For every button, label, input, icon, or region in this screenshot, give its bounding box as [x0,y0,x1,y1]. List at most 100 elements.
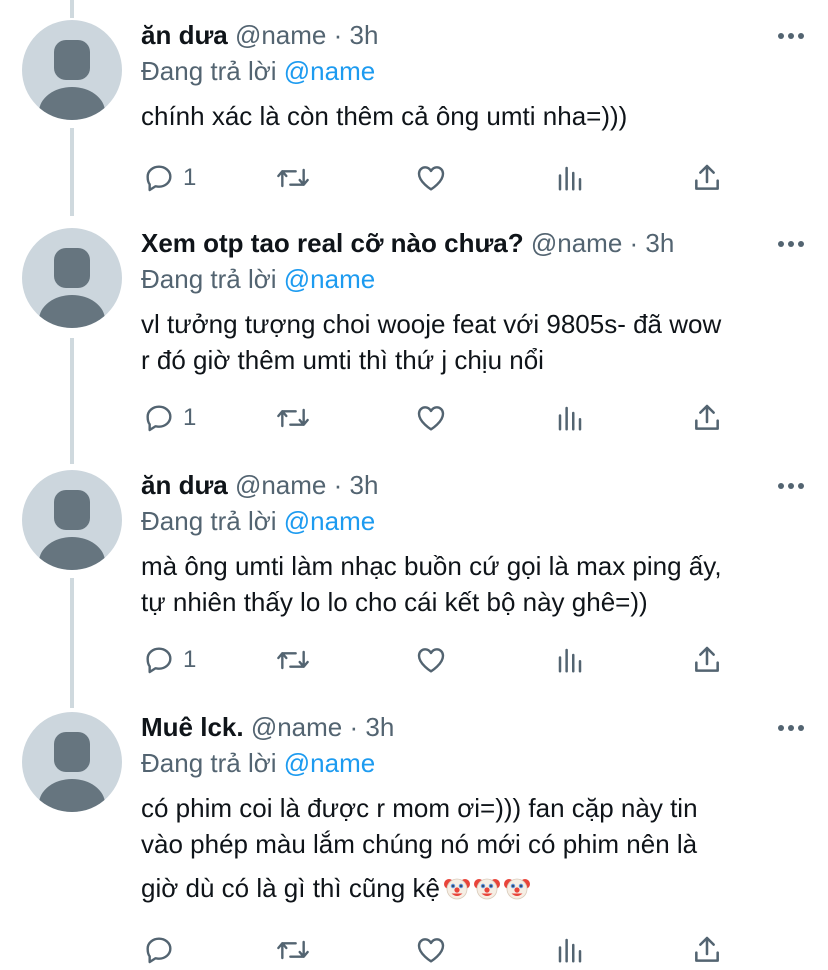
tweet-meta: @name · 3h [227,470,379,500]
replying-to: Đang trả lời @name [141,264,804,294]
like-button[interactable] [415,158,447,198]
clown-face-emoji [443,874,470,900]
replying-to: Đang trả lời @name [141,748,804,778]
reply-button[interactable] [143,930,183,970]
share-icon [691,644,723,676]
thread-line [70,338,74,464]
share-icon [691,162,723,194]
share-icon [691,402,723,434]
retweet-button[interactable] [275,398,311,438]
tweet-header: Muê lck. @name · 3h [141,712,804,742]
tweet-text-line: giờ dù có là gì thì cũng kệ [141,870,804,906]
display-name[interactable]: ăn dưa [141,470,228,500]
tweet-actions: 1 [141,158,741,198]
display-name[interactable]: ăn dưa [141,20,228,50]
like-button[interactable] [415,930,447,970]
replying-to: Đang trả lời @name [141,56,804,86]
more-icon[interactable] [778,476,804,496]
tweet-text-line: có phim coi là được r mom ơi=))) fan cặp… [141,793,698,823]
clown-face-emoji [473,874,500,900]
clown-face-emoji [503,874,530,900]
retweet-icon [275,162,311,194]
tweet-text-line: mà ông umti làm nhạc buồn cứ gọi là max … [141,551,722,581]
views-icon [555,934,585,966]
tweet-text-line: vl tưởng tượng choi wooje feat với 9805s… [141,309,722,339]
tweet-header: Xem otp tao real cỡ nào chưa? @name · 3h [141,228,804,258]
tweet-header: ăn dưa @name · 3h [141,20,804,50]
reply-count: 1 [183,646,197,673]
views-button[interactable] [555,930,585,970]
share-button[interactable] [691,640,723,680]
retweet-icon [275,644,311,676]
thread-line [70,0,74,18]
share-button[interactable] [691,398,723,438]
retweet-button[interactable] [275,158,311,198]
tweet-meta: @name · 3h [523,228,675,258]
tweet-text: có phim coi là được r mom ơi=))) fan cặp… [141,790,804,906]
tweet-actions: 1 [141,398,741,438]
replying-to-label: Đang trả lời [141,748,284,778]
tweet-text-line: tự nhiên thấy lo lo cho cái kết bộ này g… [141,587,648,617]
mention-link[interactable]: @name [284,56,375,86]
reply-icon [143,162,175,194]
reply-button[interactable]: 1 [143,640,196,680]
tweet-header: ăn dưa @name · 3h [141,470,804,500]
reply-icon [143,934,175,966]
reply-button[interactable]: 1 [143,398,196,438]
more-icon[interactable] [778,234,804,254]
views-icon [555,162,585,194]
avatar[interactable] [22,712,122,812]
mention-link[interactable]: @name [284,264,375,294]
thread-line [70,578,74,708]
display-name[interactable]: Xem otp tao real cỡ nào chưa? [141,228,524,258]
thread-line [70,128,74,216]
more-icon[interactable] [778,718,804,738]
reply-count: 1 [183,164,197,191]
tweet-text: mà ông umti làm nhạc buồn cứ gọi là max … [141,548,804,620]
replying-to-label: Đang trả lời [141,264,284,294]
tweet-actions: 1 [141,640,741,680]
reply-icon [143,644,175,676]
reply-icon [143,402,175,434]
mention-link[interactable]: @name [284,748,375,778]
tweet-text: vl tưởng tượng choi wooje feat với 9805s… [141,306,804,378]
like-icon [415,644,447,676]
views-icon [555,402,585,434]
views-icon [555,644,585,676]
like-icon [415,934,447,966]
retweet-button[interactable] [275,640,311,680]
retweet-icon [275,934,311,966]
tweet-text-segment: giờ dù có là gì thì cũng kệ [141,873,440,903]
replying-to: Đang trả lời @name [141,506,804,536]
tweet-text-line: vào phép màu lắm chúng nó mới có phim nê… [141,829,698,859]
views-button[interactable] [555,398,585,438]
avatar[interactable] [22,470,122,570]
share-button[interactable] [691,930,723,970]
tweet-actions [141,930,741,970]
share-button[interactable] [691,158,723,198]
replying-to-label: Đang trả lời [141,56,284,86]
tweet-text-line: r đó giờ thêm umti thì thứ j chịu nổi [141,345,544,375]
like-button[interactable] [415,640,447,680]
tweet-text-line: chính xác là còn thêm cả ông umti nha=))… [141,101,628,131]
like-button[interactable] [415,398,447,438]
tweet-meta: @name · 3h [243,712,395,742]
like-icon [415,162,447,194]
clown-face-emoji-group [440,873,530,903]
retweet-icon [275,402,311,434]
reply-button[interactable]: 1 [143,158,196,198]
avatar[interactable] [22,228,122,328]
display-name[interactable]: Muê lck. [141,712,244,742]
more-icon[interactable] [778,26,804,46]
tweet-meta: @name · 3h [227,20,379,50]
avatar[interactable] [22,20,122,120]
mention-link[interactable]: @name [284,506,375,536]
views-button[interactable] [555,158,585,198]
views-button[interactable] [555,640,585,680]
retweet-button[interactable] [275,930,311,970]
reply-count: 1 [183,404,197,431]
like-icon [415,402,447,434]
tweet-text: chính xác là còn thêm cả ông umti nha=))… [141,98,804,134]
share-icon [691,934,723,966]
replying-to-label: Đang trả lời [141,506,284,536]
